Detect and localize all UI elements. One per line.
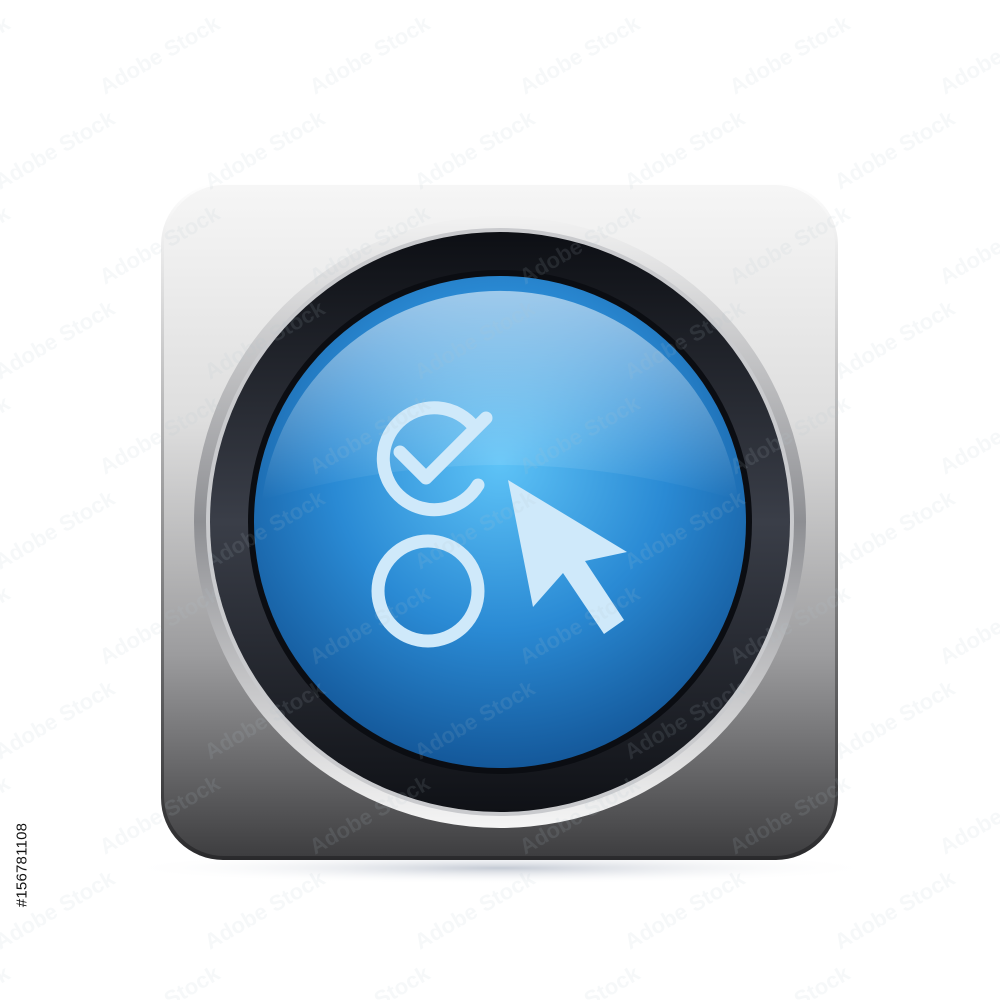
blue-button[interactable] [254, 276, 746, 768]
icon-canvas: Adobe StockAdobe StockAdobe StockAdobe S… [0, 0, 1000, 1000]
app-icon [120, 183, 880, 884]
stock-id-text: #156781108 [13, 822, 31, 908]
stock-id-label: #156781108 [2, 770, 42, 960]
